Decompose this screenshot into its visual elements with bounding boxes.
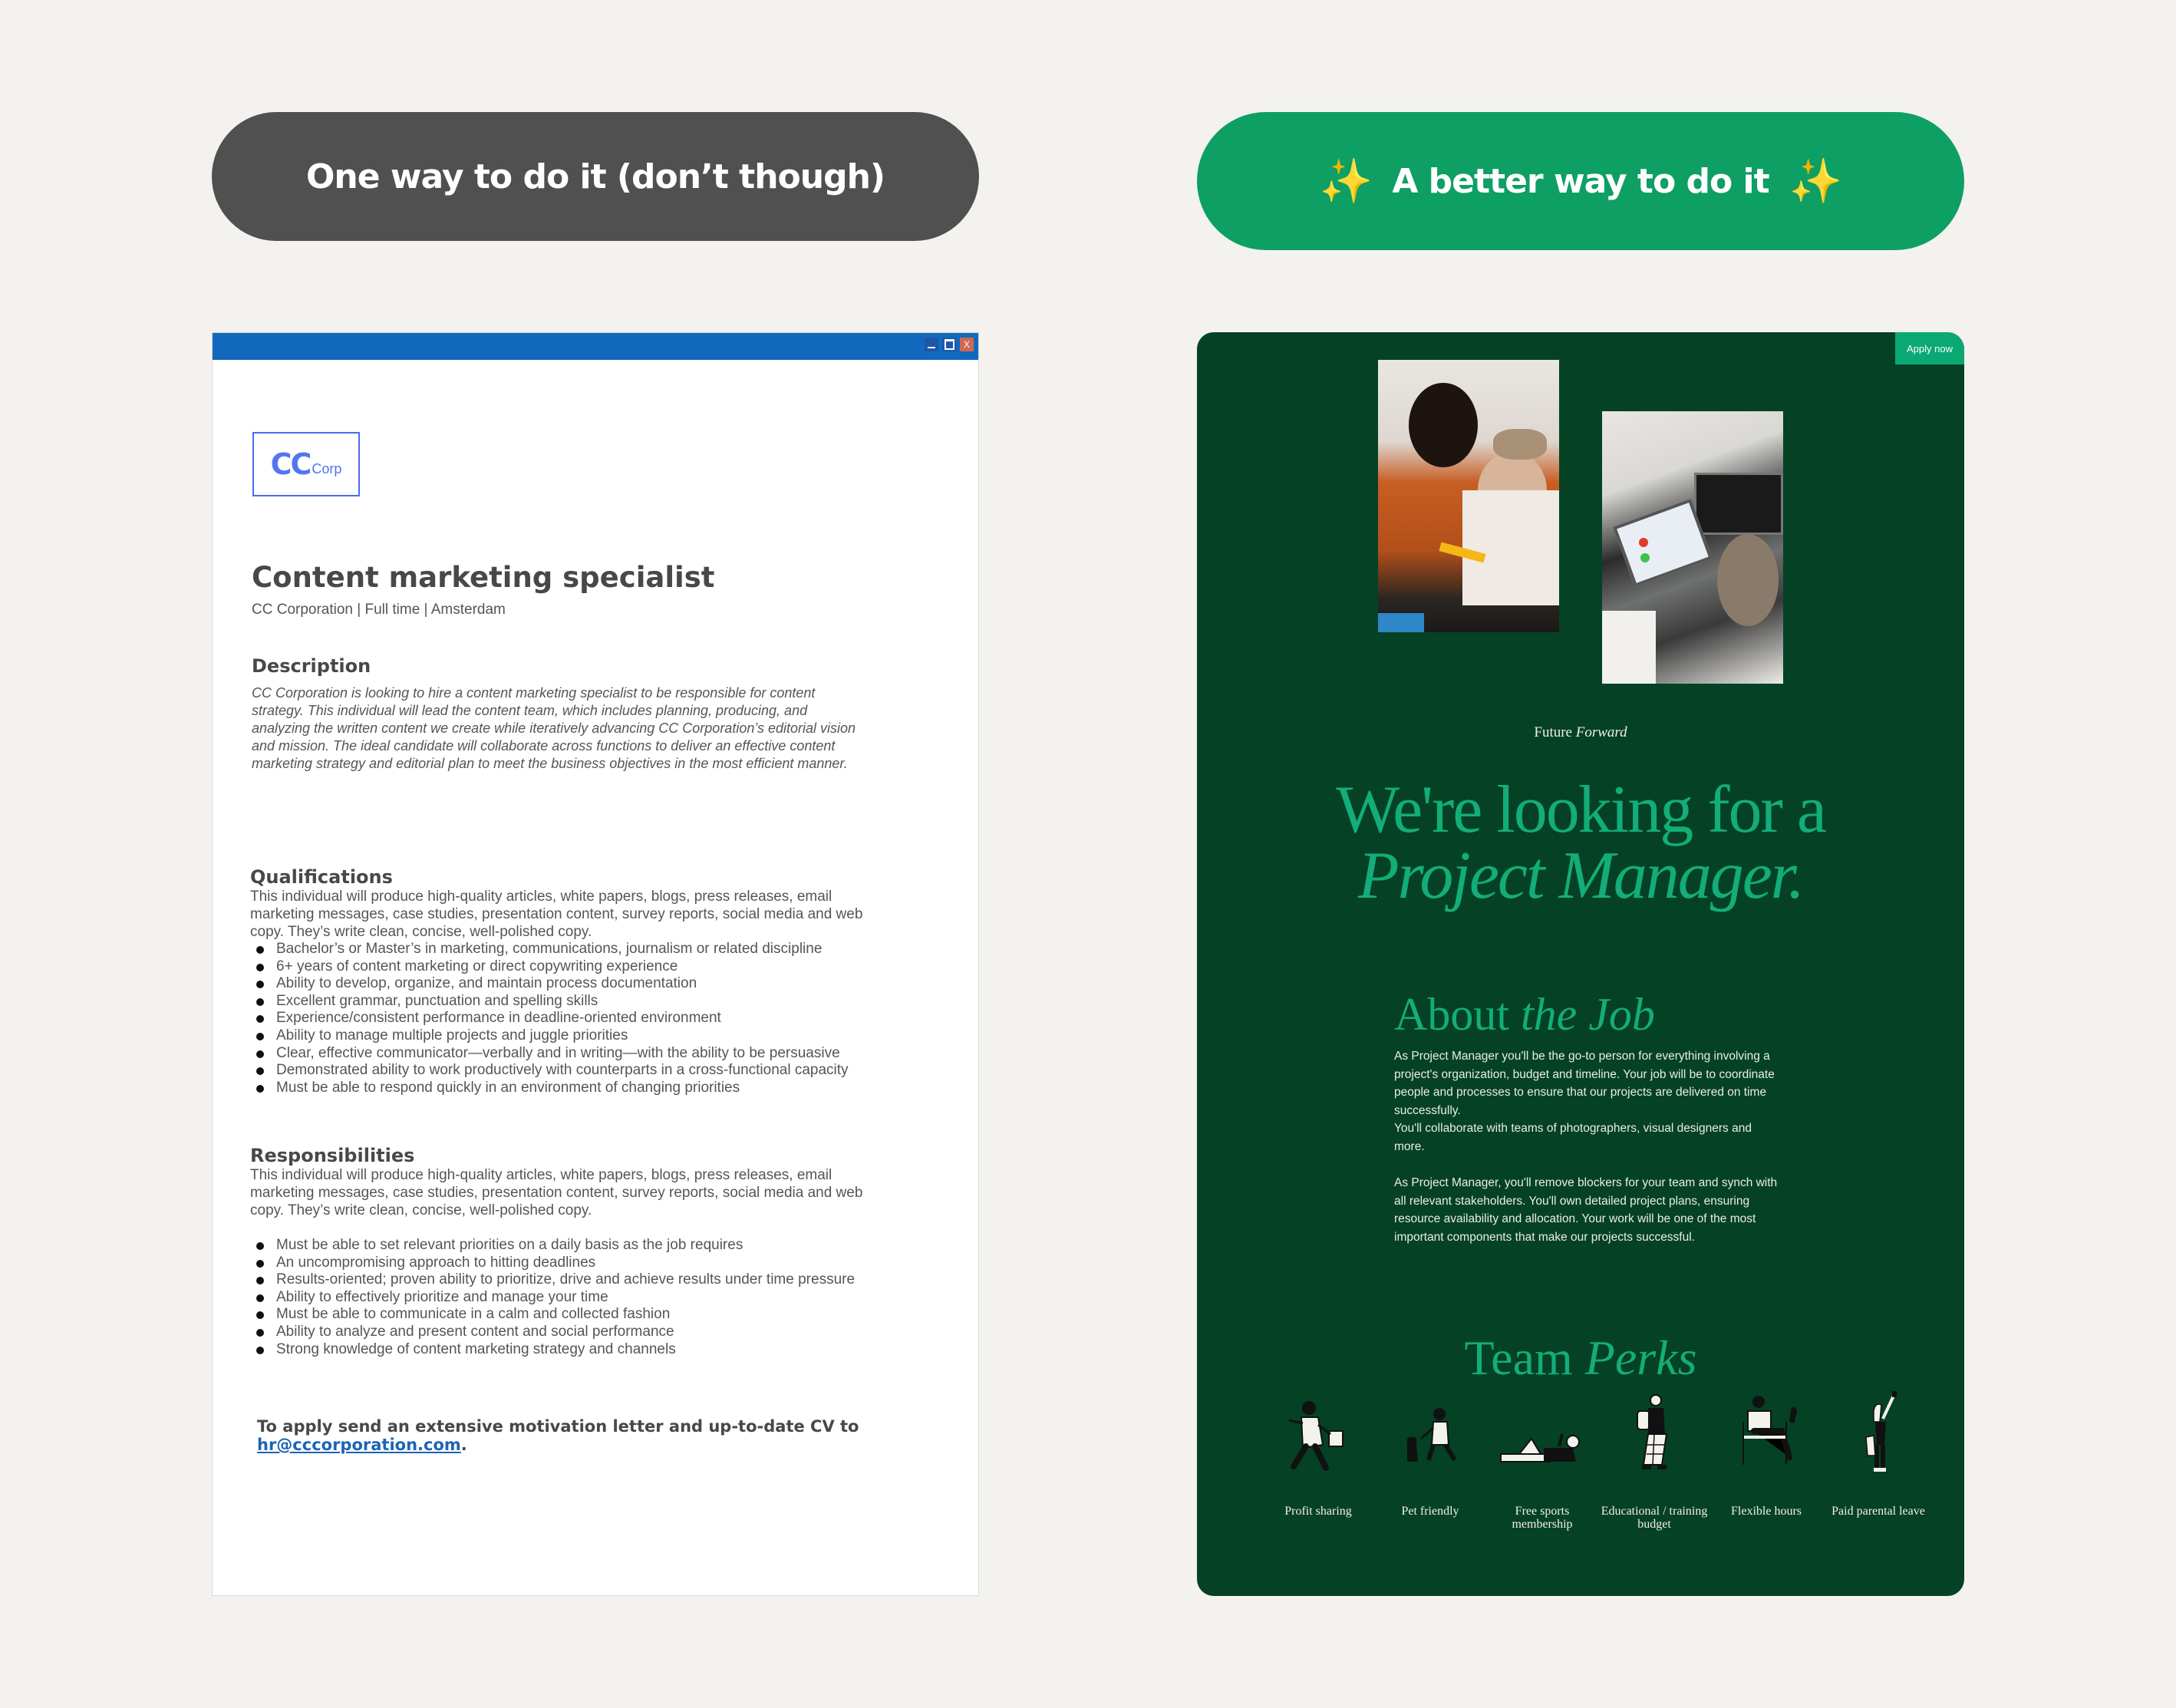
about-heading: About the Job bbox=[1394, 988, 1655, 1041]
list-item: Ability to effectively prioritize and ma… bbox=[256, 1289, 864, 1307]
person-taking-selfie-icon bbox=[1865, 1391, 1897, 1472]
job-meta: CC Corporation | Full time | Amsterdam bbox=[252, 602, 506, 618]
bad-example-text: One way to do it (don’t though) bbox=[306, 157, 885, 196]
close-button[interactable]: X bbox=[960, 338, 974, 351]
apply-now-button[interactable]: Apply now bbox=[1895, 332, 1964, 364]
team-photo-collaboration bbox=[1378, 360, 1559, 632]
perk-label: Flexible hours bbox=[1731, 1505, 1802, 1518]
person-running-with-bag-icon bbox=[1288, 1401, 1344, 1471]
about-text-1: As Project Manager you'll be the go-to p… bbox=[1394, 1050, 1775, 1117]
perks-heading-italic: Perks bbox=[1584, 1330, 1697, 1385]
list-item: Must be able to communicate in a calm an… bbox=[256, 1306, 864, 1324]
list-item: Ability to manage multiple projects and … bbox=[256, 1027, 864, 1045]
list-item: Experience/consistent performance in dea… bbox=[256, 1010, 864, 1027]
list-item: Ability to analyze and present content a… bbox=[256, 1324, 864, 1341]
about-text-1b: You'll collaborate with teams of photogr… bbox=[1394, 1122, 1752, 1153]
person-walking-with-backpack-icon bbox=[1637, 1394, 1668, 1469]
job-title: Content marketing specialist bbox=[252, 561, 715, 594]
maximize-button[interactable] bbox=[942, 338, 956, 351]
perk-item: Pet friendly bbox=[1376, 1391, 1484, 1531]
hero-heading: We're looking for a Project Manager. bbox=[1197, 773, 1964, 910]
list-item: 6+ years of content marketing or direct … bbox=[256, 958, 864, 976]
description-heading: Description bbox=[252, 655, 371, 677]
list-item: Strong knowledge of content marketing st… bbox=[256, 1341, 864, 1359]
apply-suffix: . bbox=[460, 1436, 467, 1454]
good-example-text: A better way to do it bbox=[1392, 161, 1769, 201]
job-landing-page: Apply now Future Forward We're looking f… bbox=[1197, 332, 1964, 1596]
hero-line-2: Project Manager. bbox=[1357, 839, 1805, 913]
list-item: Bachelor’s or Master’s in marketing, com… bbox=[256, 941, 864, 958]
description-text: CC Corporation is looking to hire a cont… bbox=[252, 685, 856, 771]
company-logo: CC Corp bbox=[252, 432, 360, 496]
perk-label: Profit sharing bbox=[1284, 1505, 1352, 1518]
qualifications-list: Bachelor’s or Master’s in marketing, com… bbox=[250, 941, 864, 1096]
apply-instructions: To apply send an extensive motivation le… bbox=[257, 1417, 871, 1454]
close-icon: X bbox=[963, 339, 970, 350]
logo-main-text: CC bbox=[270, 447, 312, 481]
perk-label: Pet friendly bbox=[1401, 1505, 1459, 1518]
list-item: Must be able to set relevant priorities … bbox=[256, 1237, 864, 1255]
about-paragraph-2: As Project Manager, you'll remove blocke… bbox=[1394, 1176, 1778, 1244]
list-item: Demonstrated ability to work productivel… bbox=[256, 1062, 864, 1080]
responsibilities-intro: This individual will produce high-qualit… bbox=[250, 1167, 863, 1218]
about-heading-plain: About bbox=[1394, 989, 1509, 1040]
responsibilities-list: Must be able to set relevant priorities … bbox=[250, 1237, 864, 1358]
job-posting-window: X CC Corp Content marketing specialist C… bbox=[212, 332, 979, 1596]
minimize-button[interactable] bbox=[925, 338, 938, 351]
logo-sub-text: Corp bbox=[312, 460, 342, 476]
list-item: Clear, effective communicator—verbally a… bbox=[256, 1045, 864, 1063]
list-item: Ability to develop, organize, and mainta… bbox=[256, 975, 864, 993]
tagline: Future Forward bbox=[1197, 724, 1964, 741]
list-item: Excellent grammar, punctuation and spell… bbox=[256, 993, 864, 1011]
list-item: An uncompromising approach to hitting de… bbox=[256, 1255, 864, 1272]
responsibilities-heading: Responsibilities bbox=[250, 1145, 415, 1166]
perk-item: Educational / training budget bbox=[1601, 1391, 1708, 1531]
about-paragraph-1: As Project Manager you'll be the go-to p… bbox=[1394, 1047, 1778, 1156]
apply-text: To apply send an extensive motivation le… bbox=[257, 1417, 859, 1436]
window-titlebar[interactable]: X bbox=[213, 333, 978, 360]
sparkles-icon: ✨ bbox=[1789, 157, 1843, 206]
perks-list: Profit sharing Pet friendly Free sports … bbox=[1264, 1391, 1932, 1531]
maximize-icon bbox=[944, 339, 954, 350]
good-example-label: ✨ A better way to do it ✨ bbox=[1197, 112, 1964, 250]
about-heading-italic: the Job bbox=[1521, 989, 1655, 1040]
tagline-plain: Future bbox=[1534, 724, 1572, 740]
perk-item: Flexible hours bbox=[1713, 1391, 1820, 1531]
perk-label: Free sports membership bbox=[1512, 1505, 1573, 1531]
person-lying-down-icon bbox=[1500, 1433, 1580, 1462]
person-sitting-icon bbox=[1742, 1396, 1797, 1465]
qualifications-intro: This individual will produce high-qualit… bbox=[250, 889, 863, 940]
list-item: Must be able to respond quickly in an en… bbox=[256, 1080, 864, 1097]
team-photo-laptops bbox=[1602, 411, 1783, 684]
perk-item: Free sports membership bbox=[1489, 1391, 1596, 1531]
qualifications-heading: Qualifications bbox=[250, 866, 393, 888]
bad-example-label: One way to do it (don’t though) bbox=[212, 112, 979, 241]
minimize-icon bbox=[928, 347, 935, 348]
perks-heading: Team Perks bbox=[1197, 1330, 1964, 1387]
sparkles-icon: ✨ bbox=[1319, 157, 1373, 206]
perk-item: Paid parental leave bbox=[1825, 1391, 1932, 1531]
hero-line-1: We're looking for a bbox=[1336, 773, 1827, 847]
perks-heading-plain: Team bbox=[1464, 1330, 1573, 1385]
perk-label: Educational / training budget bbox=[1601, 1505, 1708, 1531]
person-with-cat-icon bbox=[1406, 1408, 1457, 1462]
perk-label: Paid parental leave bbox=[1831, 1505, 1925, 1518]
tagline-italic: Forward bbox=[1575, 724, 1627, 740]
list-item: Results-oriented; proven ability to prio… bbox=[256, 1271, 864, 1289]
apply-email-link[interactable]: hr@cccorporation.com bbox=[257, 1436, 461, 1454]
perk-item: Profit sharing bbox=[1264, 1391, 1372, 1531]
